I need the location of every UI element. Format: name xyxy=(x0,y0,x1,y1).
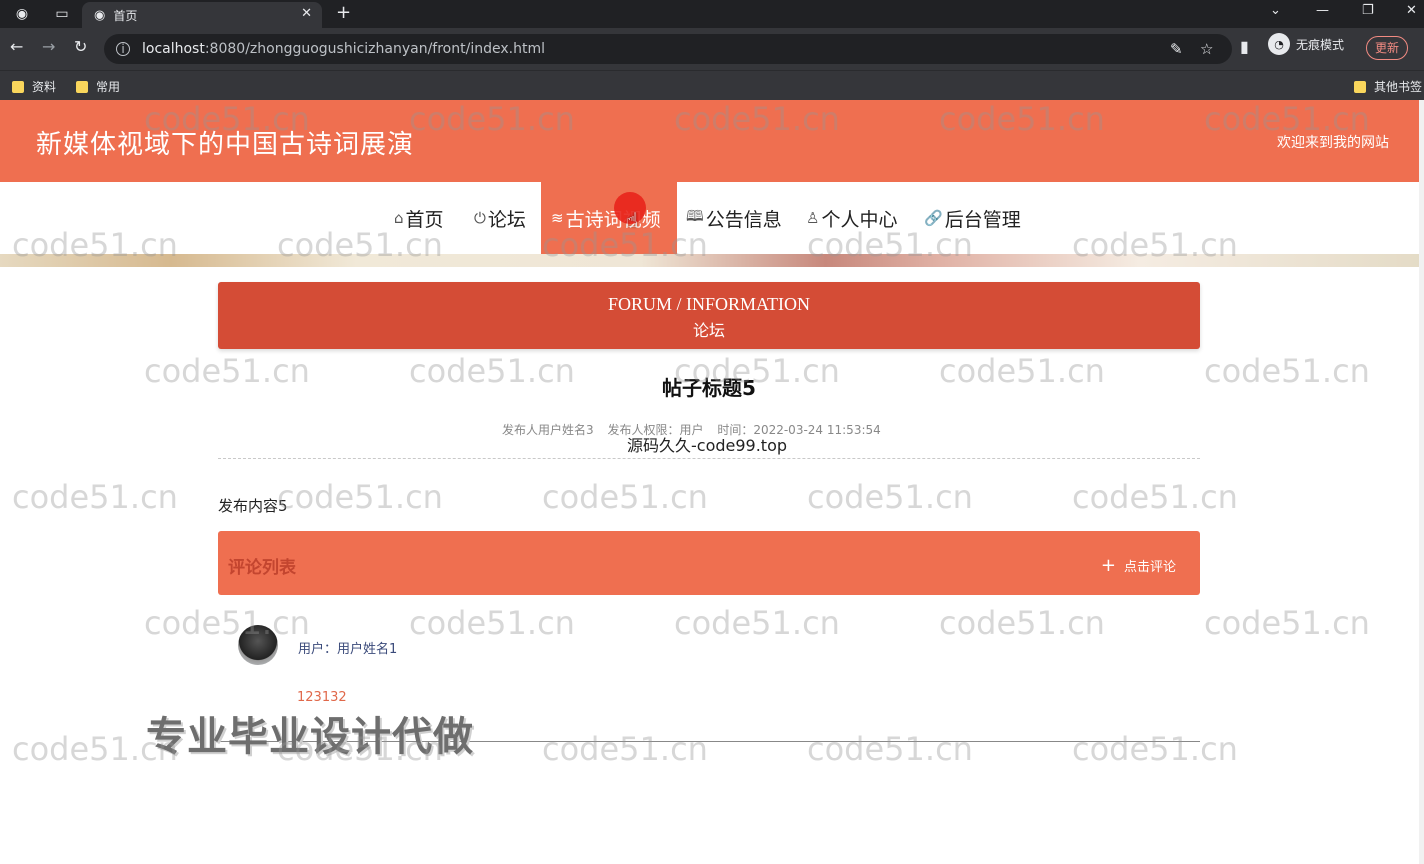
nav-item-profile[interactable]: ♙ 个人中心 xyxy=(806,182,897,254)
post-publisher: 发布人用户姓名3 xyxy=(502,423,594,437)
update-button[interactable]: 更新 xyxy=(1366,36,1409,60)
incognito-icon: ◔ xyxy=(1268,33,1290,55)
nav-item-notice[interactable]: 🕮 公告信息 xyxy=(686,182,782,254)
welcome-text: 欢迎来到我的网站 xyxy=(1277,135,1389,151)
power-icon: ⏻ xyxy=(474,209,486,227)
comment-list-title: 评论列表 xyxy=(228,558,296,578)
bookmark-folder[interactable]: 资料 xyxy=(12,78,56,95)
ad-overlay: 专业毕业设计代做 xyxy=(146,714,474,760)
source-overlay: 源码久久-code99.top xyxy=(627,436,788,455)
new-tab-button[interactable]: + xyxy=(336,2,351,23)
tab-title: 首页 xyxy=(113,8,138,23)
layers-icon: ≋ xyxy=(551,209,564,227)
divider xyxy=(218,458,1200,459)
main-nav: ⌂ 首页 ⏻ 论坛 ≋ 古诗词视频 🕮 公告信息 ♙ 个人中心 🔗 后台管理 xyxy=(0,182,1424,254)
folder-icon xyxy=(76,80,88,93)
close-icon[interactable]: ✕ xyxy=(301,6,312,21)
bookmark-folder[interactable]: 常用 xyxy=(76,78,120,95)
reload-icon[interactable]: ↻ xyxy=(74,37,87,56)
watermark: code51.cn xyxy=(807,478,973,516)
banner-image xyxy=(0,254,1424,267)
sidepanel-icon[interactable]: ▮ xyxy=(1240,37,1249,56)
nav-item-home[interactable]: ⌂ 首页 xyxy=(394,182,444,254)
hand-cursor-icon: ☝ xyxy=(626,208,639,232)
nav-item-poetry-video[interactable]: ≋ 古诗词视频 xyxy=(541,182,677,254)
watermark: code51.cn xyxy=(674,604,840,642)
avatar xyxy=(238,625,278,665)
tab-search-icon[interactable]: ▭ xyxy=(52,4,72,24)
translate-icon[interactable]: ✎ xyxy=(1170,40,1183,58)
forum-heading: FORUM / INFORMATION 论坛 xyxy=(218,282,1200,349)
post-title: 帖子标题5 xyxy=(662,376,756,400)
folder-icon xyxy=(1354,80,1366,93)
restore-button[interactable]: ❐ xyxy=(1362,3,1374,18)
user-icon: ♙ xyxy=(806,209,820,227)
watermark: code51.cn xyxy=(409,604,575,642)
watermark: code51.cn xyxy=(1072,730,1238,768)
nav-item-forum[interactable]: ⏻ 论坛 xyxy=(474,182,526,254)
add-comment-button[interactable]: + 点击评论 xyxy=(1101,555,1176,576)
nav-item-admin[interactable]: 🔗 后台管理 xyxy=(924,182,1021,254)
watermark: code51.cn xyxy=(542,730,708,768)
info-icon[interactable]: i xyxy=(116,42,130,56)
watermark: code51.cn xyxy=(12,478,178,516)
forum-heading-cn: 论坛 xyxy=(692,321,725,340)
watermark: code51.cn xyxy=(1072,478,1238,516)
watermark: code51.cn xyxy=(542,478,708,516)
forward-arrow-icon[interactable]: → xyxy=(42,37,55,56)
watermark: code51.cn xyxy=(939,604,1105,642)
back-arrow-icon[interactable]: ← xyxy=(10,37,23,56)
bookmarks-bar: 资料 常用 其他书签 xyxy=(0,70,1424,100)
minimize-button[interactable]: — xyxy=(1316,3,1329,18)
window-close-button[interactable]: ✕ xyxy=(1406,3,1417,18)
post-content: 发布内容5 xyxy=(218,497,288,515)
scrollbar[interactable] xyxy=(1419,100,1424,864)
incognito-profile[interactable]: ◔ 无痕模式 xyxy=(1268,33,1344,55)
watermark: code51.cn xyxy=(144,604,310,642)
comment-list-bar: 评论列表 + 点击评论 xyxy=(218,531,1200,595)
site-title: 新媒体视域下的中国古诗词展演 xyxy=(36,130,415,160)
home-icon: ⌂ xyxy=(394,209,404,227)
comment-user: 用户：用户姓名1 xyxy=(298,642,398,657)
browser-menu-icon[interactable]: ◉ xyxy=(12,4,32,24)
folder-icon xyxy=(12,80,24,93)
url-text[interactable]: localhost:8080/zhongguogushicizhanyan/fr… xyxy=(142,41,545,57)
forum-heading-en: FORUM / INFORMATION xyxy=(607,294,811,314)
address-bar[interactable]: i localhost:8080/zhongguogushicizhanyan/… xyxy=(104,34,1232,64)
globe-icon: ◉ xyxy=(94,7,106,23)
browser-tab[interactable]: ◉ 首页 ✕ xyxy=(82,2,322,28)
comment-item: 用户：用户姓名1 xyxy=(238,625,397,665)
watermark: code51.cn xyxy=(1204,604,1370,642)
watermark: code51.cn xyxy=(807,730,973,768)
plus-icon: + xyxy=(1100,555,1116,576)
watermark: code51.cn xyxy=(277,478,443,516)
chevron-down-icon[interactable]: ⌄ xyxy=(1270,3,1281,18)
star-icon[interactable]: ☆ xyxy=(1200,40,1213,58)
comment-text: 123132 xyxy=(297,690,347,705)
book-icon: 🕮 xyxy=(686,206,704,225)
site-header: 新媒体视域下的中国古诗词展演 欢迎来到我的网站 xyxy=(0,100,1421,182)
browser-toolbar: ← → ↻ i localhost:8080/zhongguogushicizh… xyxy=(0,28,1424,70)
browser-tabbar: ◉ ▭ ◉ 首页 ✕ + ⌄ — ❐ ✕ xyxy=(0,0,1424,28)
other-bookmarks[interactable]: 其他书签 xyxy=(1354,78,1422,95)
link-icon: 🔗 xyxy=(924,209,943,227)
